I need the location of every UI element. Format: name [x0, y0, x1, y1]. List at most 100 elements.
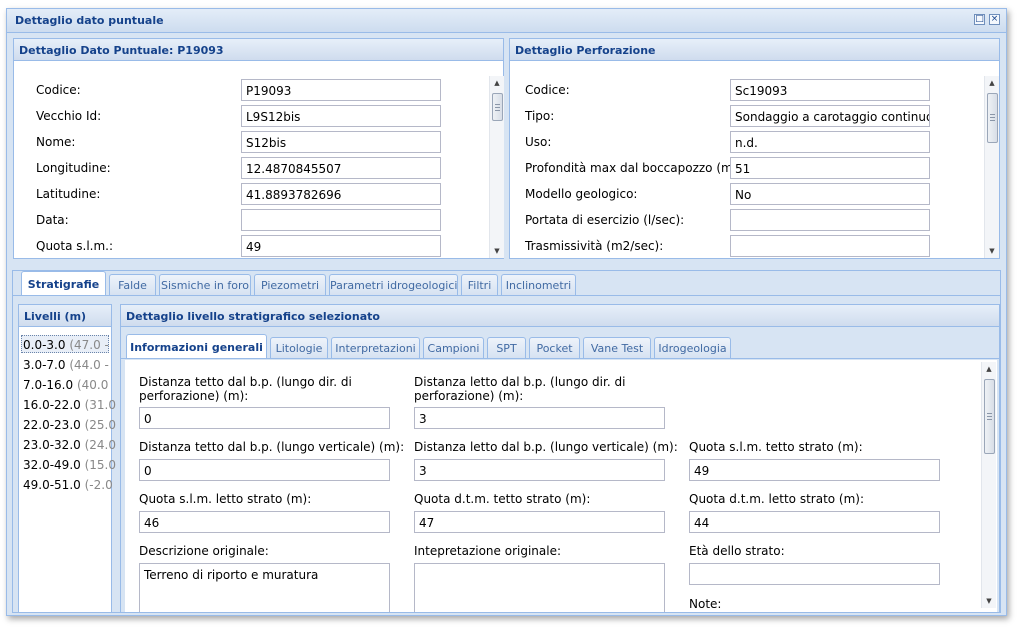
eta-field[interactable]: [689, 563, 940, 585]
interpretazione-textarea[interactable]: [414, 563, 665, 612]
dato-scrollbar[interactable]: ▲ ▼: [489, 76, 504, 258]
dist-letto-vert-label: Distanza letto dal b.p. (lungo verticale…: [414, 440, 678, 454]
scroll-thumb[interactable]: [984, 379, 995, 454]
detail-tabstrip: Informazioni generali Litologie Interpre…: [121, 334, 999, 359]
stratigrafia-tabpanel: Stratigrafie Falde Sismiche in foro Piez…: [12, 270, 1001, 613]
vecchio-id-field[interactable]: L9S12bis: [241, 105, 441, 127]
quota-dtm-tetto-label: Quota d.t.m. tetto strato (m):: [414, 492, 591, 506]
profondita-label: Profondità max dal boccapozzo (m):: [525, 161, 742, 175]
perf-scrollbar[interactable]: ▲ ▼: [984, 76, 999, 258]
quota-slm-field[interactable]: 49: [241, 235, 441, 257]
tab-stratigrafie[interactable]: Stratigrafie: [21, 271, 106, 295]
tab-inclinometri[interactable]: Inclinometri: [501, 274, 576, 295]
quota-slm-tetto-field[interactable]: 49: [689, 459, 940, 481]
main-tabstrip: Stratigrafie Falde Sismiche in foro Piez…: [13, 271, 1000, 296]
tab-litologie[interactable]: Litologie: [270, 337, 328, 358]
tab-filtri[interactable]: Filtri: [461, 274, 498, 295]
trasmissivita-field[interactable]: [730, 235, 930, 257]
portata-label: Portata di esercizio (l/sec):: [525, 213, 685, 227]
tab-sismiche[interactable]: Sismiche in foro: [159, 274, 251, 295]
trasmissivita-label: Trasmissività (m2/sec):: [525, 239, 664, 253]
quota-slm-label: Quota s.l.m.:: [36, 239, 114, 253]
longitudine-label: Longitudine:: [36, 161, 111, 175]
window-titlebar[interactable]: Dettaglio dato puntuale □ ×: [7, 9, 1006, 33]
list-item[interactable]: 22.0-23.0 (25.0: [23, 418, 116, 432]
dato-puntuale-title: Dettaglio Dato Puntuale: P19093: [14, 39, 503, 61]
tab-parametri[interactable]: Parametri idrogeologici: [329, 274, 458, 295]
data-label: Data:: [36, 213, 69, 227]
uso-field[interactable]: n.d.: [730, 131, 930, 153]
profondita-field[interactable]: 51: [730, 157, 930, 179]
portata-field[interactable]: [730, 209, 930, 231]
tipo-field[interactable]: Sondaggio a carotaggio continuo: [730, 105, 930, 127]
quota-dtm-letto-label: Quota d.t.m. letto strato (m):: [689, 492, 865, 506]
perf-codice-field[interactable]: Sc19093: [730, 79, 930, 101]
scroll-thumb[interactable]: [492, 93, 503, 121]
list-item[interactable]: 0.0-3.0 (47.0 -: [23, 338, 109, 352]
livello-detail-panel: Dettaglio livello stratigrafico selezion…: [120, 304, 1000, 613]
codice-label: Codice:: [36, 83, 81, 97]
scroll-down-icon[interactable]: ▼: [982, 594, 996, 608]
tab-piezometri[interactable]: Piezometri: [254, 274, 326, 295]
scroll-up-icon[interactable]: ▲: [490, 76, 504, 90]
scroll-down-icon[interactable]: ▼: [490, 244, 504, 258]
modello-geologico-field[interactable]: No: [730, 183, 930, 205]
dist-letto-dir-label: Distanza letto dal b.p. (lungo dir. di p…: [414, 375, 626, 403]
livelli-title: Livelli (m): [19, 305, 111, 327]
scroll-up-icon[interactable]: ▲: [985, 76, 999, 90]
eta-label: Età dello strato:: [689, 544, 785, 558]
tab-idrogeologia[interactable]: Idrogeologia: [654, 337, 731, 358]
quota-slm-tetto-label: Quota s.l.m. tetto strato (m):: [689, 440, 863, 454]
scroll-thumb[interactable]: [987, 93, 998, 143]
livello-detail-title: Dettaglio livello stratigrafico selezion…: [121, 305, 999, 327]
list-item[interactable]: 49.0-51.0 (-2.0: [23, 478, 113, 492]
quota-slm-letto-field[interactable]: 46: [139, 511, 390, 533]
tab-interpretazioni[interactable]: Interpretazioni: [331, 337, 420, 358]
dist-tetto-vert-label: Distanza tetto dal b.p. (lungo verticale…: [139, 440, 405, 454]
list-item[interactable]: 16.0-22.0 (31.0: [23, 398, 116, 412]
list-item[interactable]: 3.0-7.0 (44.0 -: [23, 358, 109, 372]
window-title: Dettaglio dato puntuale: [15, 14, 164, 27]
dato-puntuale-panel: Dettaglio Dato Puntuale: P19093 Codice: …: [13, 38, 504, 259]
tab-pocket[interactable]: Pocket: [529, 337, 580, 358]
tab-vane-test[interactable]: Vane Test: [583, 337, 651, 358]
dist-tetto-dir-field[interactable]: 0: [139, 407, 390, 429]
codice-field[interactable]: P19093: [241, 79, 441, 101]
quota-dtm-tetto-field[interactable]: 47: [414, 511, 665, 533]
quota-slm-letto-label: Quota s.l.m. letto strato (m):: [139, 492, 312, 506]
form-scrollbar[interactable]: ▲ ▼: [981, 362, 996, 608]
informazioni-form: Distanza tetto dal b.p. (lungo dir. di p…: [125, 360, 997, 612]
longitudine-field[interactable]: 12.4870845507: [241, 157, 441, 179]
tab-campioni[interactable]: Campioni: [423, 337, 484, 358]
vecchio-id-label: Vecchio Id:: [36, 109, 102, 123]
detail-window: Dettaglio dato puntuale □ × Dettaglio Da…: [6, 8, 1007, 616]
perforazione-title: Dettaglio Perforazione: [510, 39, 999, 61]
data-field[interactable]: [241, 209, 441, 231]
descrizione-label: Descrizione originale:: [139, 544, 269, 558]
list-item[interactable]: 32.0-49.0 (15.0: [23, 458, 116, 472]
scroll-down-icon[interactable]: ▼: [985, 244, 999, 258]
latitudine-field[interactable]: 41.8893782696: [241, 183, 441, 205]
nome-label: Nome:: [36, 135, 76, 149]
tab-falde[interactable]: Falde: [109, 274, 156, 295]
nome-field[interactable]: S12bis: [241, 131, 441, 153]
restore-icon[interactable]: □: [974, 14, 985, 25]
close-icon[interactable]: ×: [989, 14, 1000, 25]
dist-tetto-vert-field[interactable]: 0: [139, 459, 390, 481]
tab-informazioni-generali[interactable]: Informazioni generali: [126, 334, 267, 358]
dist-letto-vert-field[interactable]: 3: [414, 459, 665, 481]
tab-spt[interactable]: SPT: [487, 337, 526, 358]
list-item[interactable]: 23.0-32.0 (24.0: [23, 438, 116, 452]
note-label: Note:: [689, 597, 722, 611]
dist-letto-dir-field[interactable]: 3: [414, 407, 665, 429]
scroll-up-icon[interactable]: ▲: [982, 362, 996, 376]
list-item[interactable]: 7.0-16.0 (40.0: [23, 378, 108, 392]
modello-geologico-label: Modello geologico:: [525, 187, 638, 201]
tipo-label: Tipo:: [525, 109, 555, 123]
interpretazione-label: Intepretazione originale:: [414, 544, 562, 558]
latitudine-label: Latitudine:: [36, 187, 101, 201]
perforazione-panel: Dettaglio Perforazione Codice: Sc19093 T…: [509, 38, 1000, 259]
quota-dtm-letto-field[interactable]: 44: [689, 511, 940, 533]
descrizione-textarea[interactable]: Terreno di riporto e muratura: [139, 563, 390, 612]
uso-label: Uso:: [525, 135, 552, 149]
